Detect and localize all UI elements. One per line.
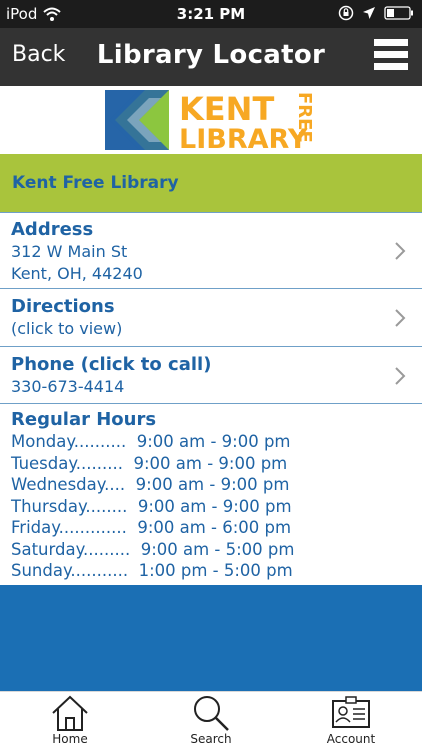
directions-title: Directions [11, 296, 115, 317]
tab-account-label: Account [326, 732, 376, 746]
directions-hint: (click to view) [11, 319, 123, 338]
directions-row[interactable]: Directions (click to view) [0, 288, 422, 346]
hours-line: Tuesday......... 9:00 am - 9:00 pm [11, 454, 288, 473]
id-card-icon [332, 696, 370, 728]
logo-library-text: LIBRARY [179, 124, 308, 150]
hours-line: Sunday........... 1:00 pm - 5:00 pm [11, 561, 293, 580]
footer-band [0, 585, 422, 691]
status-bar: iPod 3:21 PM [0, 0, 422, 28]
hours-line: Saturday......... 9:00 am - 5:00 pm [11, 540, 295, 559]
hours-line: Thursday........ 9:00 am - 9:00 pm [11, 497, 292, 516]
tab-home[interactable]: Home [20, 692, 120, 750]
address-row[interactable]: Address 312 W Main St Kent, OH, 44240 [0, 212, 422, 288]
battery-icon [384, 6, 413, 20]
status-right [338, 5, 414, 21]
logo-free-text: FREE [294, 92, 315, 143]
kent-free-library-logo: KENT LIBRARY FREE [105, 90, 315, 150]
phone-number: 330-673-4414 [11, 377, 125, 396]
hours-line: Wednesday.... 9:00 am - 9:00 pm [11, 475, 290, 494]
chevron-right-icon [395, 309, 406, 327]
chevron-right-icon [395, 242, 406, 260]
orientation-lock-icon [338, 5, 354, 21]
address-line-1: 312 W Main St [11, 242, 128, 261]
tab-home-label: Home [52, 732, 88, 746]
nav-bar: Back Library Locator [0, 28, 422, 86]
hamburger-line [374, 63, 408, 70]
address-title: Address [11, 219, 94, 240]
location-icon [363, 7, 375, 19]
tab-bar: Home Search Account [0, 691, 422, 750]
logo-kent-text: KENT [179, 90, 274, 128]
home-icon [52, 695, 88, 731]
phone-row[interactable]: Phone (click to call) 330-673-4414 [0, 346, 422, 403]
hours-title: Regular Hours [11, 409, 157, 430]
library-header: Kent Free Library [0, 154, 422, 212]
library-name: Kent Free Library [12, 173, 179, 193]
hours-line: Friday............. 9:00 am - 6:00 pm [11, 518, 292, 537]
hamburger-line [374, 51, 408, 58]
tab-account[interactable]: Account [301, 692, 401, 750]
search-icon [194, 696, 229, 731]
hours-section: Regular Hours Monday.......... 9:00 am -… [0, 403, 422, 585]
page-title: Library Locator [96, 40, 326, 70]
hamburger-icon [374, 39, 408, 46]
address-line-2: Kent, OH, 44240 [11, 264, 143, 283]
chevron-right-icon [395, 367, 406, 385]
hours-line: Monday.......... 9:00 am - 9:00 pm [11, 432, 291, 451]
hamburger-menu-button[interactable] [374, 39, 408, 75]
tab-search[interactable]: Search [161, 692, 261, 750]
phone-title: Phone (click to call) [11, 354, 212, 375]
logo-area: KENT LIBRARY FREE [0, 86, 422, 154]
tab-search-label: Search [190, 732, 232, 746]
